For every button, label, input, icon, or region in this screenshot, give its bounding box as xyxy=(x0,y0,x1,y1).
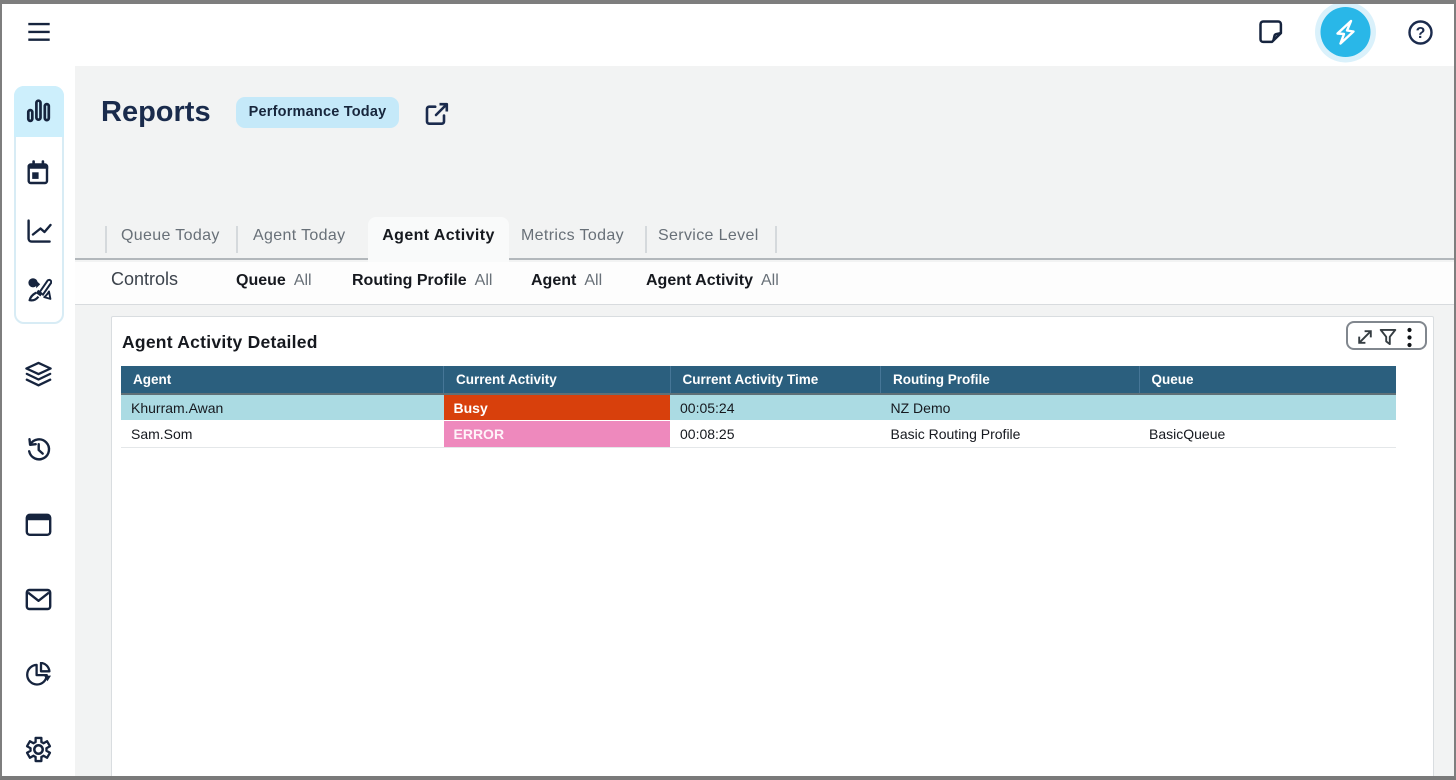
svg-text:?: ? xyxy=(1416,25,1426,42)
